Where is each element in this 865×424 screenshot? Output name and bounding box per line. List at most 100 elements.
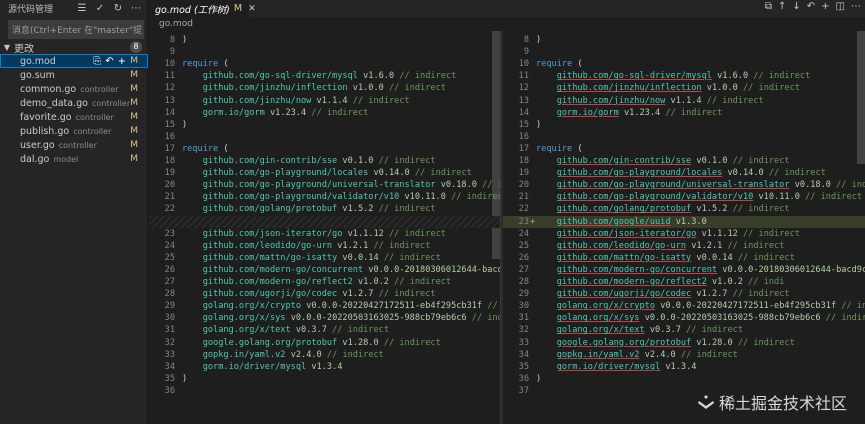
code-line: 13 github.com/jinzhu/now v1.1.4 // indir… xyxy=(149,95,500,107)
changed-file-item[interactable]: demo_data.go controller M xyxy=(0,96,148,110)
indirect-comment: // indirect xyxy=(768,168,826,179)
line-number: 23 xyxy=(164,228,175,239)
line-code: github.com/jinzhu/inflection v1.0.0 // i… xyxy=(182,82,446,94)
changed-file-item[interactable]: go.sum M xyxy=(0,68,148,82)
breadcrumb-file[interactable]: go.mod xyxy=(159,19,193,29)
changed-file-item[interactable]: user.go controller M xyxy=(0,138,148,152)
module-version: v1.6.0 xyxy=(363,71,395,82)
indirect-comment: // indirect xyxy=(378,289,436,300)
commit-check-icon[interactable]: ✓ xyxy=(93,1,107,15)
file-directory: controller xyxy=(80,84,119,94)
open-file-icon[interactable]: ⎘ xyxy=(93,56,101,67)
module-path: github.com/jinzhu/now xyxy=(202,95,312,106)
line-number: 32 xyxy=(518,325,529,336)
view-as-tree-icon[interactable]: ☰ xyxy=(75,1,89,15)
code-line: 14 gorm.io/gorm v1.23.4 // indirect xyxy=(149,107,500,119)
line-number: 31 xyxy=(164,325,175,336)
module-path: github.com/go-playground/validator/v10 xyxy=(556,192,754,203)
line-number: 24 xyxy=(164,240,175,251)
file-name: go.sum xyxy=(20,69,55,81)
line-code: ) xyxy=(536,119,541,131)
module-path: github.com/mattn/go-isatty xyxy=(556,252,692,263)
line-code: github.com/jinzhu/inflection v1.0.0 // i… xyxy=(536,82,800,94)
arrow-up-icon[interactable]: ↑ xyxy=(778,1,786,12)
changes-count-badge: 8 xyxy=(130,41,142,53)
indirect-comment: // indirect xyxy=(732,204,790,215)
file-status-badge: M xyxy=(130,112,138,122)
changed-file-item[interactable]: dal.go model M xyxy=(0,152,148,166)
arrow-down-icon[interactable]: ↓ xyxy=(792,1,800,12)
module-version: v1.1.4 xyxy=(316,95,348,106)
indirect-comment: // indirect xyxy=(727,240,785,251)
changes-group-header[interactable]: ▼ 更改 8 xyxy=(0,40,148,55)
module-path: github.com/go-playground/locales xyxy=(556,168,723,179)
module-path: github.com/go-playground/validator/v10 xyxy=(202,192,400,203)
changed-file-item[interactable]: common.go controller M xyxy=(0,82,148,96)
code-line: 11 github.com/go-sql-driver/mysql v1.6.0… xyxy=(149,70,500,82)
line-code: gorm.io/driver/mysql v1.3.4 xyxy=(182,361,343,373)
line-code: gorm.io/gorm v1.23.4 // indirect xyxy=(182,107,369,119)
line-code: github.com/json-iterator/go v1.1.12 // i… xyxy=(182,228,446,240)
module-path: github.com/go-sql-driver/mysql xyxy=(202,71,358,82)
split-editor-icon[interactable]: ◫ xyxy=(836,1,845,12)
indirect-comment: // indirect xyxy=(686,325,744,336)
stage-plus-icon[interactable]: + xyxy=(821,1,829,12)
line-code: github.com/ugorji/go/codec v1.2.7 // ind… xyxy=(182,288,436,300)
module-path: golang.org/x/text xyxy=(202,325,291,336)
revert-icon[interactable]: ↶ xyxy=(807,1,815,12)
code-line: 36) xyxy=(503,373,865,385)
module-version: v1.2.1 xyxy=(337,240,369,251)
code-line: 21 github.com/go-playground/validator/v1… xyxy=(149,191,500,203)
line-number: 24 xyxy=(518,228,529,239)
code-line: 13 github.com/jinzhu/now v1.1.4 // indir… xyxy=(503,95,865,107)
module-version: v0.0.0-20180306012644-bacd9c7 xyxy=(722,264,865,275)
more-actions-icon[interactable]: ⋯ xyxy=(129,1,143,15)
module-version: v0.0.14 xyxy=(342,252,379,263)
indirect-comment: // indirect xyxy=(680,349,738,360)
diff-modified-pane[interactable]: 8) 9 10 require (11 github.com/go-sql-drive… xyxy=(503,31,865,424)
line-number: 14 xyxy=(518,107,529,118)
discard-changes-icon[interactable]: ↶ xyxy=(105,56,113,67)
code-line: 23 + github.com/google/uuid v1.3.0 xyxy=(503,215,865,228)
line-number: 34 xyxy=(164,361,175,372)
line-code: github.com/leodido/go-urn v1.2.1 // indi… xyxy=(182,240,431,252)
changed-file-item[interactable]: favorite.go controller M xyxy=(0,110,148,124)
module-path: github.com/jinzhu/now xyxy=(556,95,666,106)
changed-file-item[interactable]: go.mod ⎘ ↶ + M xyxy=(0,54,148,68)
module-version: v1.3.0 xyxy=(675,216,707,227)
open-file-icon[interactable]: ⧉ xyxy=(765,1,772,12)
refresh-icon[interactable]: ↻ xyxy=(111,1,125,15)
line-number: 8 xyxy=(523,35,529,45)
line-code: require ( xyxy=(536,58,583,70)
module-path: github.com/modern-go/concurrent xyxy=(202,264,364,275)
module-path: github.com/modern-go/reflect2 xyxy=(556,277,707,287)
commit-message-input[interactable]: 消息(Ctrl+Enter 在"master"提交) xyxy=(8,20,144,39)
file-name: common.go xyxy=(20,83,77,95)
line-number: 25 xyxy=(164,252,175,263)
paren-close: ) xyxy=(182,35,188,45)
code-line: 18 github.com/gin-contrib/sse v0.1.0 // … xyxy=(149,155,500,167)
line-code: golang.org/x/crypto v0.0.0-2022042717251… xyxy=(182,300,500,312)
line-code: github.com/go-playground/locales v0.14.0… xyxy=(536,167,826,179)
stage-plus-icon[interactable]: + xyxy=(118,56,126,67)
changed-file-item[interactable]: publish.go controller M xyxy=(0,124,148,138)
code-line: 33 gopkg.in/yaml.v2 v2.4.0 // indirect xyxy=(149,349,500,361)
line-number: 33 xyxy=(518,337,529,348)
tab-go-mod-working-tree[interactable]: go.mod (工作树) M ✕ xyxy=(149,0,256,17)
line-number: 27 xyxy=(164,277,175,287)
module-path: gopkg.in/yaml.v2 xyxy=(202,349,286,360)
line-code: golang.org/x/sys v0.0.0-20220503163025-9… xyxy=(536,312,865,324)
module-version: v1.0.2 xyxy=(357,277,389,287)
close-icon[interactable]: ✕ xyxy=(248,4,256,14)
more-actions-icon[interactable]: ⋯ xyxy=(851,1,861,12)
module-version: v1.28.0 xyxy=(342,337,379,348)
line-number: 16 xyxy=(518,131,529,142)
diff-original-pane[interactable]: 8) 9 10 require (11 github.com/go-sql-drive… xyxy=(149,31,500,424)
file-directory: controller xyxy=(91,98,131,108)
file-inline-actions: ⎘ ↶ + xyxy=(93,56,126,67)
code-line: 11 github.com/go-sql-driver/mysql v1.6.0… xyxy=(503,70,865,82)
watermark-text: 稀土掘金技术社区 xyxy=(718,394,847,413)
indirect-comment: // indir xyxy=(471,313,500,324)
module-path: golang.org/x/crypto xyxy=(556,301,656,312)
module-path: gorm.io/gorm xyxy=(556,107,619,118)
